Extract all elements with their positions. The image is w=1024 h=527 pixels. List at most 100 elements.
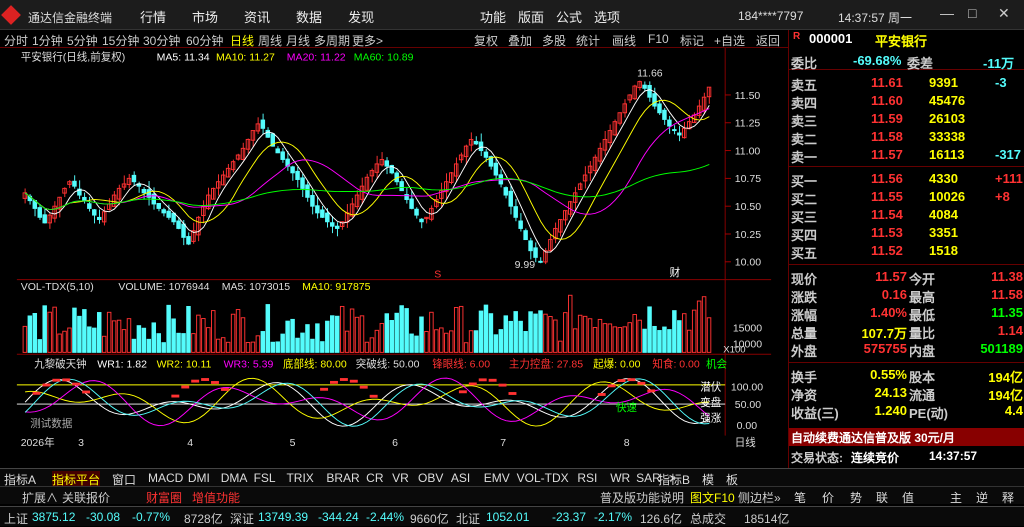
indicator-tab[interactable]: WR [610,471,630,485]
ask-row[interactable]: 卖三 11.59 26103 [789,110,1024,129]
candle-body [508,190,513,207]
action-duogu[interactable]: 多股 [542,32,566,49]
kline-chart[interactable]: 11.50 11.25 11.00 10.75 10.50 10.25 10.00 平安银行… [0,48,788,450]
axis-month-8: 8 [624,437,630,449]
ask-row[interactable]: 卖四 11.60 45476 [789,92,1024,111]
indicator-tab[interactable]: BRAR [326,471,359,485]
right-tool-3[interactable]: 联 [876,489,888,506]
bid-row[interactable]: 买三 11.54 4084 [789,206,1024,225]
menu-shuju[interactable]: 数据 [296,7,322,26]
bid-row[interactable]: 买五 11.52 1518 [789,242,1024,261]
stat-row: 涨跌 0.16 最高 11.58 [789,286,1024,305]
ask-change: -317 [995,147,1022,162]
indicator-red-block [52,378,61,382]
period-monthly[interactable]: 月线 [286,32,310,49]
indicator-tab[interactable]: DMI [188,471,210,485]
maximize-icon[interactable]: □ [968,5,976,21]
action-huaxian[interactable]: 画线 [612,32,636,49]
indicator-tab[interactable]: EMV [484,471,510,485]
right-tool-5[interactable]: 主 [950,489,962,506]
bid-row[interactable]: 买二 11.55 10026 +8 [789,188,1024,207]
wealth-circle-button[interactable]: 财富圈 [146,489,182,506]
menu-gongshi[interactable]: 公式 [556,7,582,26]
indic-name: 九黎破天钟 [34,358,87,371]
total-label: 总成交 [690,512,727,526]
indicator-tab[interactable]: DMA [221,471,248,485]
menu-zixun[interactable]: 资讯 [244,7,270,26]
bz-pct: -2.17% [594,510,633,524]
right-tool-1[interactable]: 价 [822,489,834,506]
value-added-button[interactable]: 增值功能 [192,489,240,506]
indicator-tab[interactable]: ASI [451,471,470,485]
indicator-tab[interactable]: MACD [148,471,183,485]
candle-body [483,151,489,158]
indicator-tab[interactable]: RSI [577,471,597,485]
indic-tick-0: 0.00 [737,420,758,432]
low-label: 9.99 [515,259,536,271]
ask-row[interactable]: 卖一 11.57 16113 -317 [789,146,1024,165]
action-fanhui[interactable]: 返回 [756,32,780,49]
quote-header: R 000001 平安银行 [789,30,1024,49]
minimize-icon[interactable]: — [940,5,954,21]
candle-body [657,103,662,114]
bid-row[interactable]: 买一 11.56 4330 +111 [789,170,1024,189]
right-tool-6[interactable]: 逆 [976,489,988,506]
action-diejia[interactable]: 叠加 [508,32,532,49]
period-fenshi[interactable]: 分时 [4,32,28,49]
indicator-tab[interactable]: FSL [254,471,276,485]
period-15min[interactable]: 15分钟 [102,32,139,49]
period-more[interactable]: 更多> [352,32,383,49]
expand-button[interactable]: 扩展∧ [22,489,58,506]
related-quote-button[interactable]: 关联报价 [62,489,110,506]
indicator-tab[interactable]: VOL-TDX [517,471,569,485]
bid-row[interactable]: 买四 11.53 3351 [789,224,1024,243]
action-zixuan[interactable]: +自选 [714,32,745,49]
label-kuai: 快速 [616,402,638,414]
marker-cai: 财 [670,266,681,279]
axis-period: 日线 [735,436,757,449]
volume-bar [334,315,340,353]
action-f10[interactable]: F10 [648,32,669,46]
bz-amount: 126.6亿 [640,512,683,526]
right-tool-4[interactable]: 值 [902,489,914,506]
ad-link-2[interactable]: 图文F10 [690,489,735,506]
ad-banner[interactable]: 自动续费通达信普及版 30元/月 [789,428,1024,446]
title-bar: 通达信金融终端 行情 市场 资讯 数据 发现 功能 版面 公式 选项 184**… [0,0,1024,30]
volume-bar [260,331,266,353]
app-name: 通达信金融终端 [28,11,113,25]
menu-xuanxiang[interactable]: 选项 [594,7,620,26]
right-tool-2[interactable]: 势 [850,489,862,506]
period-1min[interactable]: 1分钟 [32,32,63,49]
ask-row[interactable]: 卖五 11.61 9391 -3 [789,74,1024,93]
sidebar-toggle[interactable]: 侧边栏» [738,489,781,506]
indic-bottom: 底部线: 80.00 [283,358,347,371]
right-tool-0[interactable]: 笔 [794,489,806,506]
volume-bar [320,341,325,353]
indicator-tab[interactable]: OBV [418,471,443,485]
menu-banmian[interactable]: 版面 [518,7,544,26]
ask-row[interactable]: 卖二 11.58 33338 [789,128,1024,147]
indicator-tab[interactable]: VR [392,471,409,485]
menu-hangqing[interactable]: 行情 [140,7,166,26]
action-biaoji[interactable]: 标记 [680,32,704,49]
period-multi[interactable]: 多周期 [314,32,350,49]
candle-body [275,148,280,154]
menu-shichang[interactable]: 市场 [192,7,218,26]
right-tool-7[interactable]: 释 [1002,489,1014,506]
period-30min[interactable]: 30分钟 [143,32,180,49]
indicator-tab[interactable]: CR [366,471,383,485]
weibi-value: -69.68% [853,53,902,68]
menu-faxian[interactable]: 发现 [348,7,374,26]
period-daily[interactable]: 日线 [230,32,254,49]
ad-link-1[interactable]: 普及版功能说明 [600,489,684,506]
indicator-tab[interactable]: TRIX [286,471,313,485]
action-fuquan[interactable]: 复权 [474,32,498,49]
stat2-label-2: PE(动) [909,406,949,421]
period-weekly[interactable]: 周线 [258,32,282,49]
menu-gongneng[interactable]: 功能 [480,7,506,26]
user-account[interactable]: 184****7797 [738,9,803,23]
period-5min[interactable]: 5分钟 [67,32,98,49]
close-icon[interactable]: ✕ [998,5,1010,22]
period-60min[interactable]: 60分钟 [186,32,223,49]
action-tongji[interactable]: 统计 [576,32,600,49]
